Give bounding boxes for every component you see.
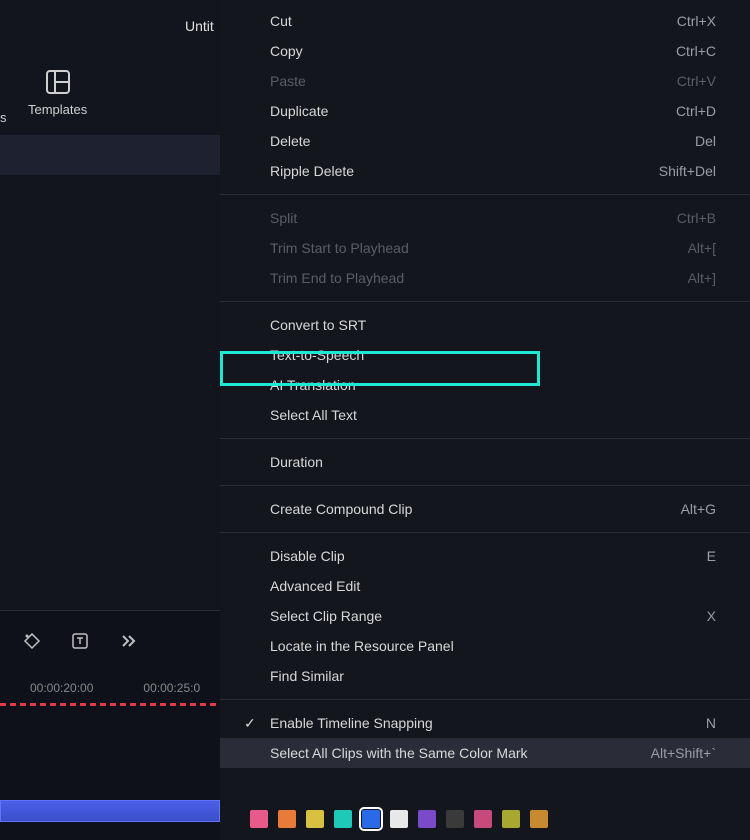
diamond-icon[interactable] bbox=[22, 631, 42, 656]
menu-item-shortcut: Ctrl+C bbox=[676, 43, 716, 59]
timeline-clip[interactable] bbox=[0, 800, 220, 822]
color-swatch[interactable] bbox=[250, 810, 268, 828]
menu-separator bbox=[220, 194, 750, 195]
menu-item-shortcut: X bbox=[707, 608, 716, 624]
menu-item-create-compound-clip[interactable]: Create Compound Clip Alt+G bbox=[220, 494, 750, 524]
menu-item-trim-end-to-playhead: Trim End to Playhead Alt+] bbox=[220, 263, 750, 293]
color-mark-swatches bbox=[250, 810, 548, 828]
color-swatch[interactable] bbox=[502, 810, 520, 828]
menu-item-shortcut: Ctrl+X bbox=[677, 13, 716, 29]
menu-item-label: Cut bbox=[270, 13, 292, 29]
menu-item-find-similar[interactable]: Find Similar bbox=[220, 661, 750, 691]
menu-item-shortcut: N bbox=[706, 715, 716, 731]
sidebar-active-band bbox=[0, 135, 220, 175]
text-box-icon[interactable] bbox=[70, 631, 90, 656]
menu-item-label: Find Similar bbox=[270, 668, 344, 684]
checkmark-icon: ✓ bbox=[244, 715, 256, 732]
menu-item-shortcut: Del bbox=[695, 133, 716, 149]
context-menu: Cut Ctrl+X Copy Ctrl+C Paste Ctrl+V Duplicate C… bbox=[220, 0, 750, 840]
menu-item-shortcut: Alt+G bbox=[681, 501, 716, 517]
time-label: 00:00:25:0 bbox=[143, 681, 200, 695]
menu-item-shortcut: Ctrl+B bbox=[677, 210, 716, 226]
menu-item-label: Split bbox=[270, 210, 297, 226]
menu-item-label: Create Compound Clip bbox=[270, 501, 412, 517]
menu-item-advanced-edit[interactable]: Advanced Edit bbox=[220, 571, 750, 601]
menu-separator bbox=[220, 301, 750, 302]
sidebar-item-label: Templates bbox=[28, 102, 87, 117]
color-swatch[interactable] bbox=[362, 810, 380, 828]
menu-item-select-all-clips-with-the-same-color-mark[interactable]: Select All Clips with the Same Color Mar… bbox=[220, 738, 750, 768]
menu-item-label: Ripple Delete bbox=[270, 163, 354, 179]
menu-separator bbox=[220, 699, 750, 700]
menu-item-label: Trim End to Playhead bbox=[270, 270, 404, 286]
menu-item-label: Text-to-Speech bbox=[270, 347, 364, 363]
menu-item-shortcut: Alt+Shift+` bbox=[651, 745, 716, 761]
timeline-ruler[interactable]: 00:00:20:00 00:00:25:0 bbox=[0, 681, 220, 695]
menu-item-label: Duration bbox=[270, 454, 323, 470]
menu-item-label: Disable Clip bbox=[270, 548, 345, 564]
menu-item-label: Select Clip Range bbox=[270, 608, 382, 624]
project-title: Untit bbox=[185, 18, 214, 34]
color-swatch[interactable] bbox=[446, 810, 464, 828]
menu-item-shortcut: E bbox=[707, 548, 716, 564]
menu-item-ai-translation[interactable]: AI Translation bbox=[220, 370, 750, 400]
menu-item-label: Select All Text bbox=[270, 407, 357, 423]
menu-separator bbox=[220, 485, 750, 486]
menu-item-ripple-delete[interactable]: Ripple Delete Shift+Del bbox=[220, 156, 750, 186]
menu-item-paste: Paste Ctrl+V bbox=[220, 66, 750, 96]
menu-item-convert-to-srt[interactable]: Convert to SRT bbox=[220, 310, 750, 340]
color-swatch[interactable] bbox=[530, 810, 548, 828]
menu-item-label: AI Translation bbox=[270, 377, 356, 393]
color-swatch[interactable] bbox=[474, 810, 492, 828]
menu-item-copy[interactable]: Copy Ctrl+C bbox=[220, 36, 750, 66]
menu-item-label: Advanced Edit bbox=[270, 578, 360, 594]
color-swatch[interactable] bbox=[390, 810, 408, 828]
menu-item-label: Trim Start to Playhead bbox=[270, 240, 409, 256]
menu-item-disable-clip[interactable]: Disable Clip E bbox=[220, 541, 750, 571]
menu-item-split: Split Ctrl+B bbox=[220, 203, 750, 233]
menu-item-select-clip-range[interactable]: Select Clip Range X bbox=[220, 601, 750, 631]
color-swatch[interactable] bbox=[334, 810, 352, 828]
menu-item-select-all-text[interactable]: Select All Text bbox=[220, 400, 750, 430]
menu-item-label: Select All Clips with the Same Color Mar… bbox=[270, 745, 528, 761]
menu-item-cut[interactable]: Cut Ctrl+X bbox=[220, 6, 750, 36]
menu-separator bbox=[220, 438, 750, 439]
menu-item-label: Duplicate bbox=[270, 103, 328, 119]
chevron-right-double-icon[interactable] bbox=[118, 631, 138, 656]
menu-item-shortcut: Alt+] bbox=[688, 270, 716, 286]
menu-item-label: Enable Timeline Snapping bbox=[270, 715, 433, 731]
menu-item-label: Copy bbox=[270, 43, 303, 59]
menu-separator bbox=[220, 532, 750, 533]
menu-item-shortcut: Ctrl+D bbox=[676, 103, 716, 119]
templates-icon bbox=[46, 70, 70, 94]
timeline-toolbar bbox=[22, 631, 138, 656]
menu-item-shortcut: Shift+Del bbox=[659, 163, 716, 179]
truncated-label-tail: s bbox=[0, 110, 7, 125]
menu-item-locate-in-the-resource-panel[interactable]: Locate in the Resource Panel bbox=[220, 631, 750, 661]
time-label: 00:00:20:00 bbox=[30, 681, 93, 695]
menu-item-text-to-speech[interactable]: Text-to-Speech bbox=[220, 340, 750, 370]
menu-item-label: Locate in the Resource Panel bbox=[270, 638, 454, 654]
color-swatch[interactable] bbox=[418, 810, 436, 828]
menu-item-duplicate[interactable]: Duplicate Ctrl+D bbox=[220, 96, 750, 126]
color-swatch[interactable] bbox=[278, 810, 296, 828]
menu-item-duration[interactable]: Duration bbox=[220, 447, 750, 477]
color-swatch[interactable] bbox=[306, 810, 324, 828]
menu-item-trim-start-to-playhead: Trim Start to Playhead Alt+[ bbox=[220, 233, 750, 263]
sidebar-item-templates[interactable]: Templates bbox=[28, 70, 87, 117]
menu-item-label: Paste bbox=[270, 73, 306, 89]
menu-item-enable-timeline-snapping[interactable]: ✓ Enable Timeline Snapping N bbox=[220, 708, 750, 738]
menu-item-label: Delete bbox=[270, 133, 310, 149]
timeline-panel: 00:00:20:00 00:00:25:0 bbox=[0, 610, 220, 840]
timeline-playhead-line[interactable] bbox=[0, 703, 220, 706]
menu-item-label: Convert to SRT bbox=[270, 317, 366, 333]
menu-item-shortcut: Ctrl+V bbox=[677, 73, 716, 89]
menu-item-shortcut: Alt+[ bbox=[688, 240, 716, 256]
menu-item-delete[interactable]: Delete Del bbox=[220, 126, 750, 156]
